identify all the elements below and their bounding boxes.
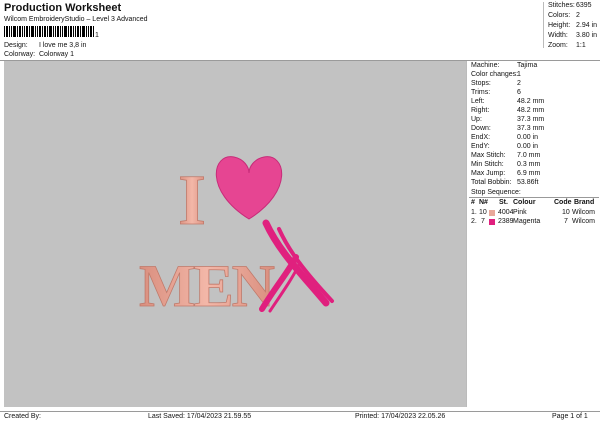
software-subtitle: Wilcom EmbroideryStudio – Level 3 Advanc… xyxy=(4,16,148,23)
info-endy: EndY: 0.00 in xyxy=(471,143,539,150)
footer-created-by: Created By: xyxy=(4,413,41,420)
stats-box: Stitches:6395 Colors: 2 Height: 2.94 in Wi… xyxy=(543,2,600,49)
info-total-bobbin: Total Bobbin: 53.86ft xyxy=(471,179,539,186)
info-stops: Stops: 2 xyxy=(471,80,521,87)
colorway-row: Colorway: Colorway 1 xyxy=(4,51,74,58)
worksheet-title: Production Worksheet xyxy=(4,2,122,14)
info-left: Left: 48.2 mm xyxy=(471,98,545,105)
stat-stitches: Stitches:6395 xyxy=(548,2,592,9)
footer-printed: Printed: 17/04/2023 22.05.26 xyxy=(355,413,446,420)
info-up: Up: 37.3 mm xyxy=(471,116,545,123)
letter-i: I xyxy=(178,160,206,240)
heart-icon xyxy=(215,156,283,220)
stat-colors: Colors: 2 xyxy=(548,12,580,19)
stop-sequence-divider xyxy=(469,197,599,198)
info-trims: Trims: 6 xyxy=(471,89,521,96)
stop-sequence-title: Stop Sequence: xyxy=(471,189,521,196)
stop-row: 2. 7 2389 Magenta 7 Wilcom xyxy=(471,218,595,225)
barcode xyxy=(4,26,96,37)
info-machine: Machine: Tajima xyxy=(471,62,538,69)
barcode-number: 1 xyxy=(95,32,99,39)
word-men: MEN xyxy=(139,253,275,319)
design-value: I love me 3,8 in xyxy=(38,42,87,49)
footer-last-saved: Last Saved: 17/04/2023 21.59.55 xyxy=(148,413,252,420)
stat-width: Width: 3.80 in xyxy=(548,32,598,39)
design-row: Design: I love me 3,8 in xyxy=(4,42,86,49)
colorway-label: Colorway: xyxy=(4,51,36,58)
info-max-stitch: Max Stitch: 7.0 mm xyxy=(471,152,541,159)
stat-height: Height: 2.94 in xyxy=(548,22,598,29)
footer-divider xyxy=(0,411,600,412)
info-endx: EndX: 0.00 in xyxy=(471,134,539,141)
info-down: Down: 37.3 mm xyxy=(471,125,545,132)
stat-zoom: Zoom: 1:1 xyxy=(548,42,586,49)
machine-info-panel: Machine: Tajima Color changes:1 Stops: 2 T… xyxy=(466,61,600,407)
embroidery-design: I MEN xyxy=(139,156,334,319)
info-color-changes: Color changes:1 xyxy=(471,71,521,78)
info-min-stitch: Min Stitch: 0.3 mm xyxy=(471,161,541,168)
info-right: Right: 48.2 mm xyxy=(471,107,545,114)
design-preview: I MEN xyxy=(4,61,466,407)
colorway-value: Colorway 1 xyxy=(38,51,74,58)
color-swatch xyxy=(489,210,495,216)
design-label: Design: xyxy=(4,42,28,49)
footer-page: Page 1 of 1 xyxy=(552,413,588,420)
info-max-jump: Max Jump: 6.9 mm xyxy=(471,170,541,177)
color-swatch xyxy=(489,219,495,225)
stop-row: 1. 10 4004 Pink 10 Wilcom xyxy=(471,209,595,216)
stop-sequence-header: # N# St. Colour Code Brand xyxy=(471,199,595,206)
